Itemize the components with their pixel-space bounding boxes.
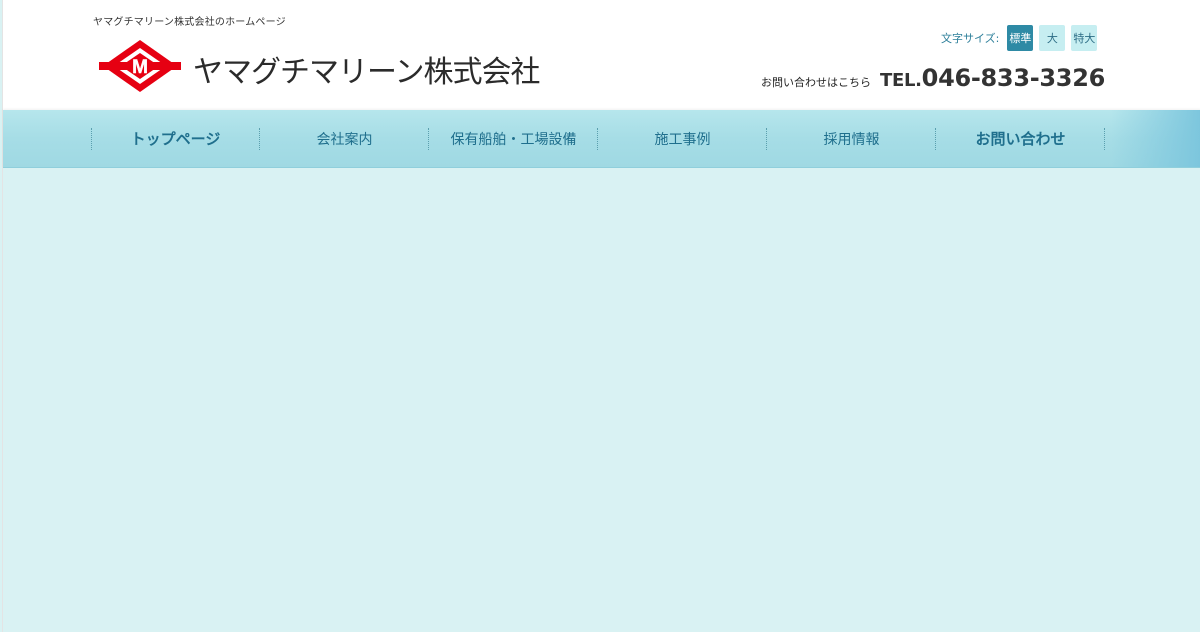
nav-item-contact[interactable]: お問い合わせ	[936, 110, 1105, 167]
company-name: ヤマグチマリーン株式会社	[193, 55, 540, 90]
tel-prefix: TEL.	[879, 70, 922, 91]
page-frame: ヤマグチマリーン株式会社のホームページ M ヤマグチマリーン株式会社 文字サイズ…	[2, 0, 1200, 632]
global-nav: トップページ 会社案内 保有船舶・工場設備 施工事例 採用情報 お問い合わせ	[3, 110, 1200, 168]
nav-item-recruit[interactable]: 採用情報	[767, 110, 936, 167]
nav-item-company[interactable]: 会社案内	[260, 110, 429, 167]
main-content-area	[3, 168, 1200, 632]
nav-item-top[interactable]: トップページ	[91, 110, 260, 167]
phone-number[interactable]: TEL.046-833-3326	[880, 64, 1105, 92]
font-size-standard-button[interactable]: 標準	[1007, 25, 1034, 51]
logo-mark-icon: M	[99, 40, 181, 92]
company-logo[interactable]: M	[99, 38, 181, 94]
font-size-label: 文字サイズ:	[941, 32, 1000, 45]
site-header: ヤマグチマリーン株式会社のホームページ M ヤマグチマリーン株式会社 文字サイズ…	[3, 0, 1200, 110]
font-size-large-button[interactable]: 大	[1039, 25, 1066, 51]
font-size-switch: 文字サイズ: 標準 大 特大	[941, 25, 1098, 51]
site-tagline: ヤマグチマリーン株式会社のホームページ	[93, 17, 286, 28]
contact-label: お問い合わせはこちら	[760, 76, 871, 89]
logo-letter: M	[132, 57, 148, 78]
tel-number: 046-833-3326	[921, 64, 1106, 92]
contact-info: お問い合わせはこちら TEL.046-833-3326	[761, 64, 1105, 92]
nav-list: トップページ 会社案内 保有船舶・工場設備 施工事例 採用情報 お問い合わせ	[91, 110, 1105, 167]
font-size-xlarge-button[interactable]: 特大	[1071, 25, 1098, 51]
nav-item-works[interactable]: 施工事例	[598, 110, 767, 167]
nav-item-facilities[interactable]: 保有船舶・工場設備	[429, 110, 598, 167]
